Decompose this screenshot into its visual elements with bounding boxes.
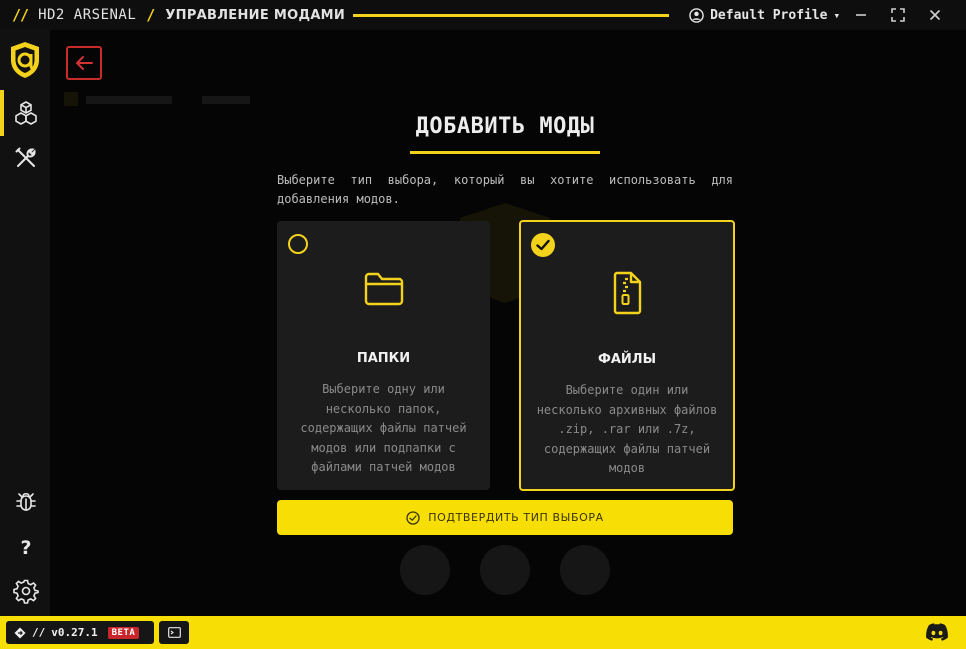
close-icon[interactable] (926, 6, 944, 24)
files-selected-check[interactable] (531, 233, 555, 257)
arrow-left-icon (76, 56, 93, 70)
profile-selector[interactable]: Default Profile ▾ (689, 8, 840, 23)
app-logo-icon[interactable] (8, 40, 42, 80)
maximize-icon[interactable] (889, 6, 907, 24)
status-bar: // v0.27.1 BETA (0, 616, 966, 649)
mods-cubes-icon[interactable] (13, 100, 39, 126)
checkmark-icon (536, 239, 550, 251)
confirm-selection-button[interactable]: ПОДТВЕРДИТЬ ТИП ВЫБОРА (277, 500, 733, 535)
help-icon[interactable]: ? (13, 534, 39, 560)
folders-description: Выберите одну или несколько папок, содер… (300, 382, 467, 474)
background-action-2 (480, 545, 530, 595)
terminal-button[interactable] (159, 621, 189, 644)
version-badge[interactable]: // v0.27.1 BETA (6, 621, 154, 644)
files-title: ФАЙЛЫ (597, 352, 657, 367)
title-accent-line (353, 13, 670, 17)
background-breadcrumb (86, 96, 172, 104)
page-name: УПРАВЛЕНИЕ МОДАМИ (165, 7, 346, 23)
title-separator: / (146, 6, 156, 24)
title-underline (410, 151, 600, 154)
sidebar-active-indicator (0, 90, 4, 136)
minimize-icon[interactable] (852, 6, 870, 24)
tools-icon[interactable] (13, 145, 39, 171)
version-number: v0.27.1 (51, 626, 98, 639)
confirm-label: ПОДТВЕРДИТЬ ТИП ВЫБОРА (428, 511, 604, 524)
folders-option-card[interactable]: ПАПКИ Выберите одну или несколько папок,… (277, 221, 490, 490)
chevron-down-icon: ▾ (833, 8, 841, 22)
background-home-icon (64, 92, 78, 106)
folder-icon (364, 272, 403, 306)
background-action-1 (400, 545, 450, 595)
app-name: HD2 ARSENAL (38, 7, 137, 23)
files-option-card[interactable]: ФАЙЛЫ Выберите один или несколько архивн… (519, 220, 735, 491)
settings-gear-icon[interactable] (13, 578, 39, 604)
version-slashes: // (32, 626, 46, 639)
zip-file-icon (613, 271, 642, 315)
terminal-icon (167, 627, 181, 638)
background-action-3 (560, 545, 610, 595)
profile-name: Default Profile (710, 7, 828, 23)
title-bar: // HD2 ARSENAL / УПРАВЛЕНИЕ МОДАМИ Defau… (0, 0, 966, 30)
sidebar: ? (0, 30, 50, 616)
diamond-icon (14, 627, 26, 638)
folders-radio[interactable] (288, 234, 308, 254)
back-button[interactable] (66, 46, 102, 80)
user-icon (689, 7, 704, 23)
beta-badge: BETA (107, 626, 140, 639)
files-description: Выберите один или несколько архивных фай… (536, 383, 718, 475)
page-title: ДОБАВИТЬ МОДЫ (415, 114, 595, 139)
background-breadcrumb-page (202, 96, 250, 104)
title-slashes: // (12, 6, 29, 24)
bug-report-icon[interactable] (13, 488, 39, 514)
folders-title: ПАПКИ (356, 351, 411, 366)
svg-text:?: ? (20, 537, 31, 559)
main-content: ДОБАВИТЬ МОДЫ Выберите тип выбора, котор… (50, 30, 966, 616)
discord-icon[interactable] (925, 622, 949, 642)
page-description: Выберите тип выбора, который вы хотите и… (277, 173, 733, 206)
check-circle-icon (406, 510, 420, 525)
